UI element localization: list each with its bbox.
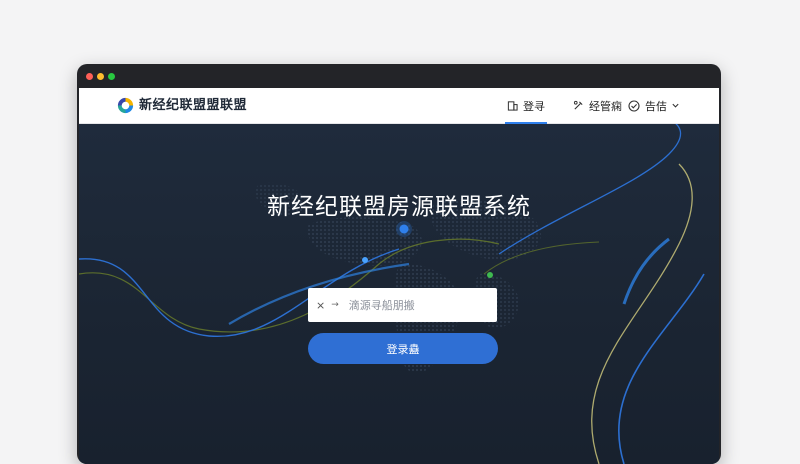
login-button[interactable]: 登录蠱 bbox=[308, 333, 498, 364]
hero-title: 新经纪联盟房源联盟系统 bbox=[267, 194, 531, 220]
nav-item-manage[interactable]: 经管痫 bbox=[573, 88, 622, 123]
close-window-button[interactable] bbox=[86, 73, 93, 80]
minimize-window-button[interactable] bbox=[97, 73, 104, 80]
top-navbar: 新经纪联盟盟联盟 登寻 经管痫 告佶 bbox=[79, 88, 719, 124]
logo-ring-icon bbox=[117, 97, 134, 114]
window-titlebar bbox=[77, 64, 721, 88]
chevron-down-icon bbox=[672, 103, 679, 108]
nav-item-label: 告佶 bbox=[645, 99, 667, 113]
brand-name: 新经纪联盟盟联盟 bbox=[139, 98, 248, 113]
nav-item-login[interactable]: 登寻 bbox=[505, 88, 547, 124]
laptop-frame: 新经纪联盟盟联盟 登寻 经管痫 告佶 新经纪联盟房源联盟系统 ⨯ → 滴源寻船朋… bbox=[77, 64, 721, 464]
crossed-x-icon: ⨯ bbox=[316, 298, 326, 312]
search-input[interactable] bbox=[346, 297, 481, 313]
maximize-window-button[interactable] bbox=[108, 73, 115, 80]
nav-item-label: 登寻 bbox=[523, 99, 545, 113]
building-icon bbox=[507, 101, 518, 111]
hero-section: 新经纪联盟房源联盟系统 ⨯ → 登录蠱 bbox=[79, 124, 719, 464]
search-field[interactable]: ⨯ → bbox=[308, 288, 497, 322]
arrow-icon: → bbox=[331, 300, 339, 310]
tools-icon bbox=[573, 100, 583, 110]
nav-item-help[interactable]: 告佶 bbox=[628, 88, 685, 123]
check-circle-icon bbox=[628, 99, 640, 112]
nav-item-label: 经管痫 bbox=[589, 99, 622, 113]
